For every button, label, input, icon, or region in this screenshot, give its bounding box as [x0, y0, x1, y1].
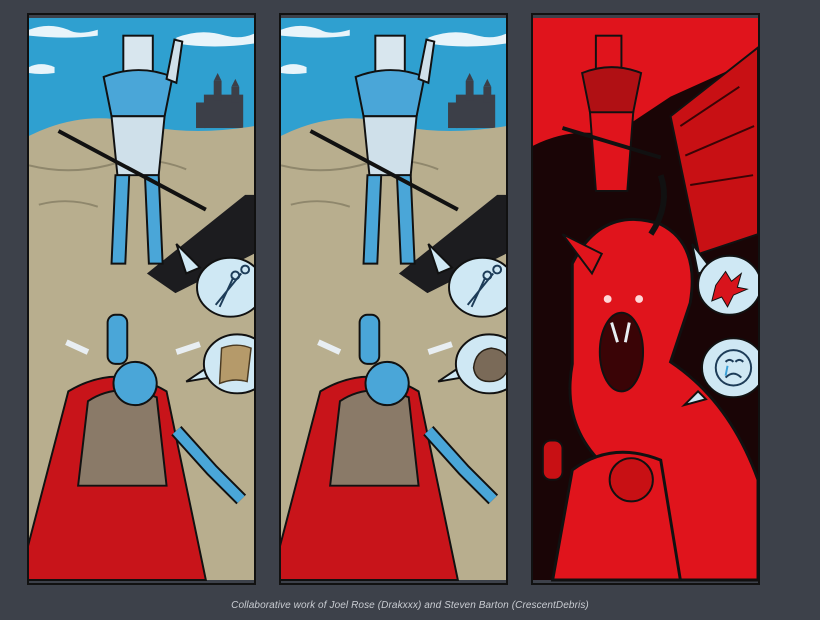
panel-1-art	[29, 17, 254, 581]
panel-3-art	[533, 17, 758, 582]
comic-panel-3	[531, 13, 760, 585]
crying-face-icon	[714, 349, 753, 387]
paper-scroll-icon	[218, 344, 252, 385]
panel-2-art	[281, 17, 506, 581]
caption-credit: Collaborative work of Joel Rose (Drakxxx…	[231, 600, 589, 611]
comic-strip: Collaborative work of Joel Rose (Drakxxx…	[0, 0, 820, 620]
comic-panel-1	[27, 13, 256, 585]
comic-panel-2	[279, 13, 508, 585]
